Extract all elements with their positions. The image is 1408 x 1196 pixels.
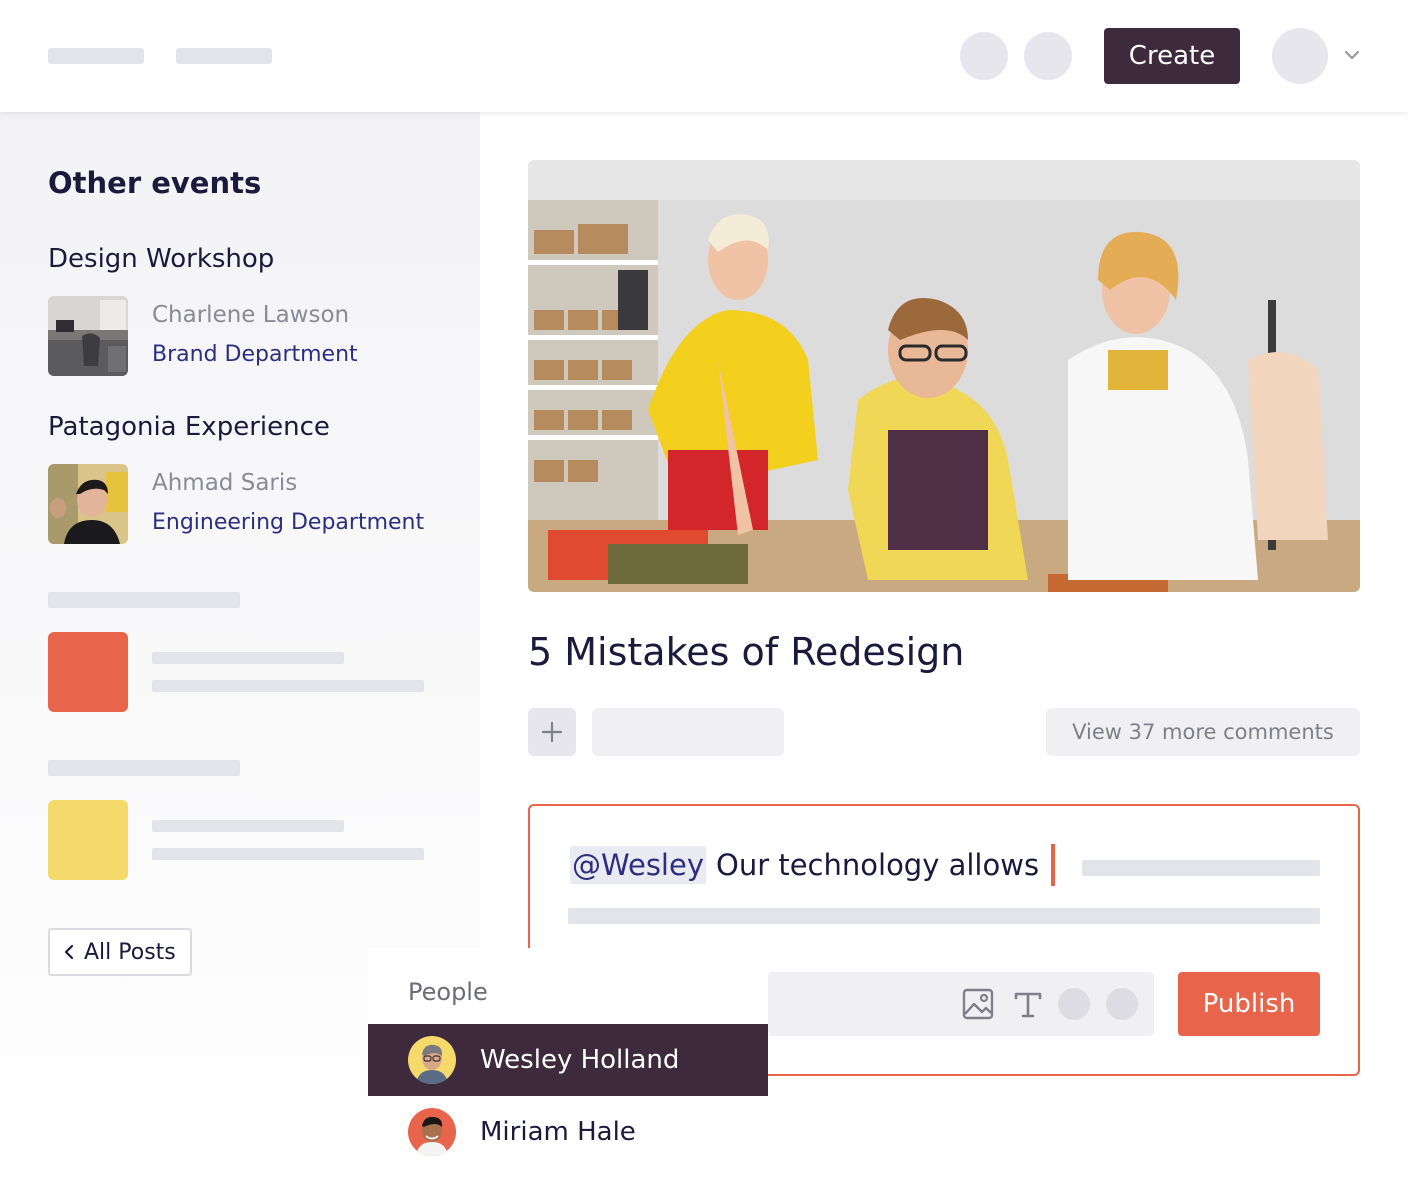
people-mention-popover: People Wesley Holland Miriam Hale	[368, 948, 768, 1164]
event-text-placeholder	[152, 848, 424, 860]
event-text-placeholder	[152, 820, 344, 832]
top-bar: Create	[0, 0, 1408, 112]
sidebar-title: Other events	[48, 166, 262, 200]
all-posts-button[interactable]: All Posts	[48, 928, 192, 976]
chevron-left-icon	[64, 944, 74, 960]
person-option-miriam-hale[interactable]: Miriam Hale	[368, 1096, 768, 1168]
popover-heading: People	[408, 978, 488, 1006]
reaction-placeholder[interactable]	[592, 708, 784, 756]
event-title-placeholder	[48, 760, 240, 776]
editor-text-placeholder	[568, 908, 1320, 924]
publish-button[interactable]: Publish	[1178, 972, 1320, 1036]
nav-placeholder-2[interactable]	[176, 48, 272, 64]
person-option-wesley-holland[interactable]: Wesley Holland	[368, 1024, 768, 1096]
event-thumbnail-yellow	[48, 800, 128, 880]
avatar	[408, 1108, 456, 1156]
header-icon-button-1[interactable]	[960, 32, 1008, 80]
person-name: Miriam Hale	[480, 1117, 636, 1147]
editor-text: Our technology allows	[716, 848, 1040, 882]
toolbar-option-2[interactable]	[1106, 988, 1138, 1020]
event-department-link[interactable]: Brand Department	[152, 342, 358, 367]
header-icon-button-2[interactable]	[1024, 32, 1072, 80]
event-thumbnail-red	[48, 632, 128, 712]
event-text-placeholder	[152, 652, 344, 664]
editor-text-line[interactable]: @Wesley Our technology allows	[570, 844, 1056, 886]
event-title-design-workshop[interactable]: Design Workshop	[48, 244, 274, 274]
add-button[interactable]	[528, 708, 576, 756]
plus-icon	[541, 721, 563, 743]
person-name: Wesley Holland	[480, 1045, 680, 1075]
chevron-down-icon[interactable]	[1343, 46, 1361, 64]
mention-tag[interactable]: @Wesley	[570, 846, 706, 884]
post-title: 5 Mistakes of Redesign	[528, 630, 965, 674]
all-posts-label: All Posts	[84, 939, 176, 965]
text-format-icon[interactable]	[1010, 986, 1046, 1022]
event-title-placeholder	[48, 592, 240, 608]
editor-toolbar	[768, 972, 1154, 1036]
text-cursor	[1051, 844, 1056, 886]
event-thumbnail-person	[48, 464, 128, 544]
user-avatar[interactable]	[1272, 28, 1328, 84]
create-button[interactable]: Create	[1104, 28, 1240, 84]
event-title-patagonia-experience[interactable]: Patagonia Experience	[48, 412, 330, 442]
editor-text-placeholder	[1082, 860, 1320, 876]
avatar	[408, 1036, 456, 1084]
event-person-name: Charlene Lawson	[152, 302, 350, 328]
view-more-comments-button[interactable]: View 37 more comments	[1046, 708, 1360, 756]
toolbar-option-1[interactable]	[1058, 988, 1090, 1020]
post-hero-image	[528, 160, 1360, 592]
event-department-link[interactable]: Engineering Department	[152, 510, 424, 535]
event-text-placeholder	[152, 680, 424, 692]
event-person-name: Ahmad Saris	[152, 470, 298, 496]
image-icon[interactable]	[960, 986, 996, 1022]
event-thumbnail-office	[48, 296, 128, 376]
nav-placeholder-1[interactable]	[48, 48, 144, 64]
